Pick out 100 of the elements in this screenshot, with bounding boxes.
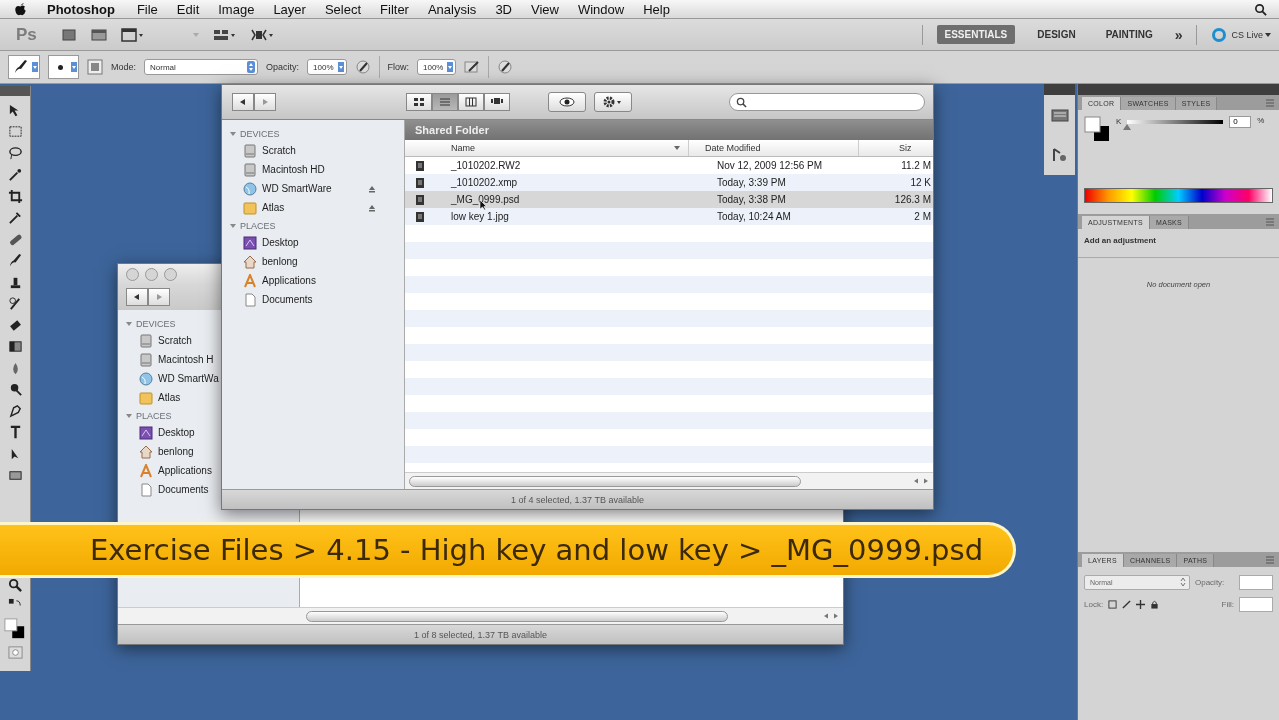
menu-item[interactable]: File	[136, 1, 158, 17]
menu-item[interactable]: Edit	[176, 1, 200, 17]
back-button[interactable]	[126, 288, 148, 306]
lock-icon[interactable]	[1150, 599, 1160, 609]
flow-label: Flow:	[387, 62, 409, 72]
crop-icon[interactable]	[7, 188, 23, 204]
left-arrow-icon	[133, 293, 141, 301]
action-menu-button[interactable]	[594, 92, 632, 112]
lasso-icon[interactable]	[7, 145, 23, 161]
menu-item[interactable]: Layer	[273, 1, 306, 17]
search-icon	[736, 96, 747, 108]
sidebar-heading[interactable]: DEVICES	[126, 317, 176, 331]
scrollbar-thumb[interactable]	[306, 610, 728, 622]
folder-icon[interactable]	[60, 26, 77, 43]
brush-icon[interactable]	[7, 253, 23, 268]
view-mode-button[interactable]	[484, 93, 510, 111]
eject-icon[interactable]	[368, 203, 376, 212]
menu-item[interactable]: Window	[577, 1, 625, 17]
disclosure-triangle-icon	[230, 223, 236, 229]
cover-flow-icon	[491, 97, 503, 107]
marquee-icon[interactable]	[7, 124, 23, 139]
globe-icon	[243, 181, 257, 196]
menu-item[interactable]: Help	[643, 1, 670, 17]
column-header[interactable]: Name	[435, 140, 689, 156]
menu-item[interactable]: Analysis	[427, 1, 477, 17]
eject-icon[interactable]	[368, 184, 376, 193]
sidebar-item[interactable]: benlong	[262, 256, 298, 267]
sidebar-item[interactable]: benlong	[158, 446, 194, 457]
sidebar-item[interactable]: Desktop	[158, 427, 195, 438]
opacity-field[interactable]: 100%	[307, 59, 347, 75]
lock-label: Lock:	[1084, 599, 1104, 609]
workspace-button[interactable]: PAINTING	[1097, 25, 1161, 44]
back-button[interactable]	[232, 93, 254, 111]
airbrush-icon[interactable]	[464, 59, 481, 75]
menu-item[interactable]: Filter	[380, 1, 409, 17]
menu-item[interactable]: Select	[324, 1, 362, 17]
sidebar-item[interactable]: WD SmartWa	[158, 373, 219, 384]
opacity-field[interactable]	[1239, 574, 1273, 590]
value-field[interactable]: 0	[1229, 116, 1252, 128]
menu-item[interactable]: 3D	[495, 1, 512, 17]
quick-look-button[interactable]	[548, 92, 586, 112]
column-header[interactable]: Date Modified	[689, 140, 859, 156]
sidebar-item[interactable]: Scratch	[158, 335, 192, 346]
window-dropdown-icon[interactable]	[120, 26, 145, 43]
sidebar-item[interactable]: Macintosh H	[158, 354, 214, 365]
sidebar-item[interactable]: Applications	[158, 465, 212, 476]
color-swatches-icon[interactable]	[1084, 116, 1110, 142]
brush-size-button[interactable]	[48, 55, 79, 79]
mode-dropdown[interactable]: Normal	[144, 59, 258, 75]
sidebar-item[interactable]: Scratch	[262, 145, 296, 156]
sidebar-item[interactable]: Applications	[262, 275, 316, 286]
flow-field[interactable]: 100%	[417, 59, 457, 75]
brush-panel-icon[interactable]	[87, 59, 103, 75]
sidebar-item[interactable]: Documents	[158, 484, 209, 495]
search-field[interactable]	[729, 93, 925, 111]
pressure-icon[interactable]	[354, 59, 371, 75]
sidebar-item[interactable]: Desktop	[262, 237, 299, 248]
cs-live-menu[interactable]: CS Live	[1231, 29, 1263, 40]
brush-preset-button[interactable]	[8, 55, 40, 79]
view-mode-button[interactable]	[406, 93, 432, 111]
lock-pixels-icon[interactable]	[1108, 599, 1118, 609]
image-file-icon	[415, 176, 425, 189]
sidebar-item[interactable]: WD SmartWare	[262, 183, 332, 194]
more-workspaces[interactable]: »	[1174, 26, 1183, 43]
zoom-icon[interactable]	[7, 577, 23, 593]
apple-icon[interactable]	[14, 2, 27, 16]
column-header[interactable]: Siz	[859, 140, 933, 156]
tablet-pressure-icon[interactable]	[497, 59, 514, 75]
slider-thumb[interactable]	[1123, 124, 1132, 130]
caret-icon[interactable]	[1265, 32, 1271, 37]
color-swatches-icon[interactable]	[4, 617, 26, 640]
sidebar-item[interactable]: Macintosh HD	[262, 164, 325, 175]
move-icon[interactable]	[1136, 599, 1146, 609]
menu-item[interactable]: Photoshop	[47, 1, 115, 17]
search-icon[interactable]	[1254, 2, 1267, 16]
sidebar-heading[interactable]: PLACES	[126, 409, 172, 423]
fill-field[interactable]	[1239, 596, 1273, 612]
view-mode-button[interactable]	[458, 93, 484, 111]
frame-icon[interactable]	[90, 26, 107, 43]
color-spectrum[interactable]	[1084, 188, 1273, 203]
history-brush-icon[interactable]	[7, 296, 23, 311]
brush-icon[interactable]	[1122, 599, 1132, 609]
scroll-arrows-icon[interactable]	[823, 613, 839, 619]
eyedropper-icon[interactable]	[7, 210, 23, 225]
workspace-button[interactable]: DESIGN	[1029, 25, 1084, 44]
wand-icon[interactable]	[7, 167, 23, 182]
menu-item[interactable]: View	[531, 1, 559, 17]
sidebar-heading[interactable]: PLACES	[230, 219, 276, 233]
scrollbar-thumb[interactable]	[409, 475, 801, 487]
file-row[interactable]: _MG_0999.psd Today, 3:38 PM 126.3 M	[405, 191, 933, 208]
gradient-icon[interactable]	[7, 339, 23, 354]
sidebar-heading[interactable]: DEVICES	[230, 127, 280, 141]
scroll-arrows-icon[interactable]	[913, 478, 929, 484]
menu-item[interactable]: Image	[218, 1, 255, 17]
workspace-button[interactable]: ESSENTIALS	[936, 25, 1016, 44]
sidebar-item[interactable]: Atlas	[262, 202, 285, 213]
sidebar-item[interactable]: Documents	[262, 294, 313, 305]
pen-icon[interactable]	[7, 403, 23, 419]
rectangle-icon[interactable]	[7, 468, 23, 483]
sidebar-item[interactable]: Atlas	[158, 392, 181, 403]
